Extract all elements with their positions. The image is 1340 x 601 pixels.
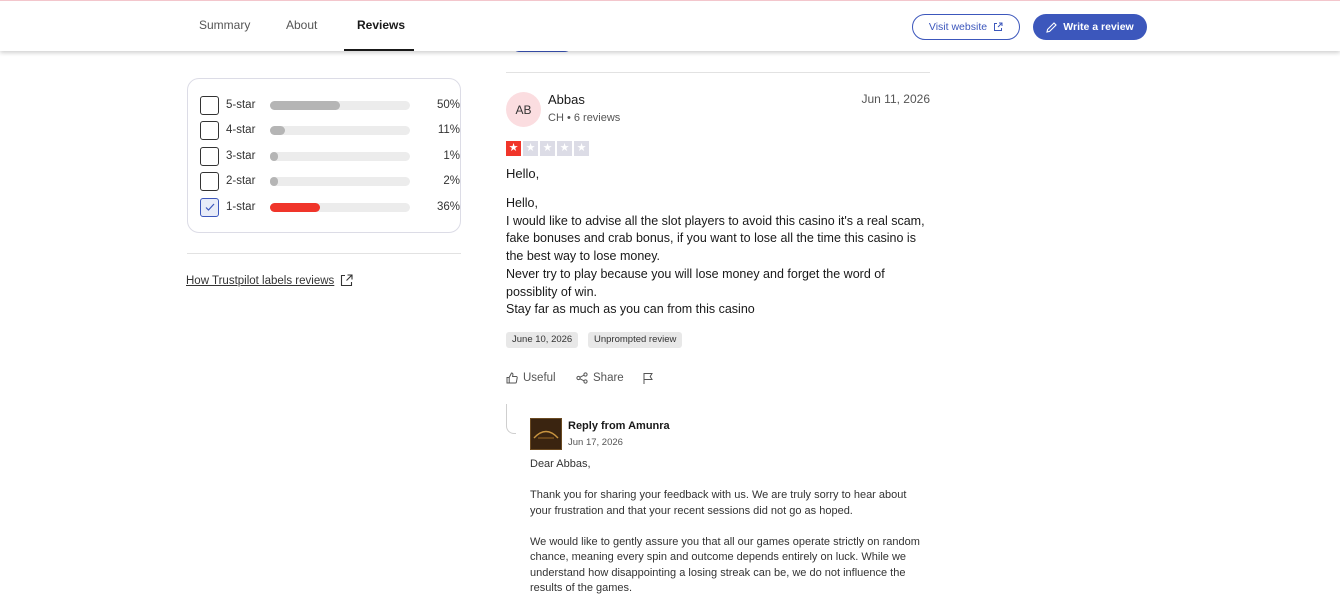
how-trustpilot-labels-link[interactable]: How Trustpilot labels reviews (186, 274, 353, 287)
filter-bar-fill (270, 152, 279, 161)
filter-bar-fill (270, 101, 340, 110)
filter-bar (270, 177, 410, 186)
filter-bar (270, 101, 410, 110)
tab-about[interactable]: About (286, 18, 317, 32)
reviewer-name[interactable]: Abbas (548, 92, 585, 107)
filter-checkbox-checked[interactable] (200, 197, 219, 217)
active-tab-indicator (344, 49, 414, 51)
share-icon (576, 372, 588, 384)
star-icon: ★ (574, 141, 589, 156)
reply-paragraph: Dear Abbas, (530, 458, 591, 470)
reply-body: Dear Abbas, Thank you for sharing your f… (530, 457, 930, 601)
review-paragraph: Never try to play because you will lose … (506, 266, 885, 299)
reply-from: Reply from Amunra (568, 420, 670, 432)
reply-date: Jun 17, 2026 (568, 437, 623, 448)
flag-icon (643, 373, 653, 384)
reply-paragraph: We would like to gently assure you that … (530, 535, 920, 595)
write-review-button[interactable]: Write a review (1033, 14, 1147, 40)
filter-bar (270, 203, 410, 212)
filter-label: 5-star (226, 99, 256, 111)
reviewer-meta: CH • 6 reviews (548, 112, 621, 124)
share-button[interactable]: Share (576, 372, 624, 384)
how-link-label: How Trustpilot labels reviews (186, 274, 335, 287)
filter-bar (270, 152, 410, 161)
visit-website-label: Visit website (928, 21, 988, 33)
filter-checkbox[interactable] (200, 120, 219, 140)
filter-bar-fill (270, 203, 321, 212)
useful-button[interactable]: Useful (506, 372, 556, 384)
star-rating: ★ ★ ★ ★ ★ (506, 141, 589, 156)
star-icon: ★ (523, 141, 538, 156)
rating-filter-card: 5-star 50% 4-star 11% 3-star 1% 2-star 2… (187, 78, 461, 233)
report-button[interactable] (642, 372, 654, 385)
filter-percent: 1% (443, 150, 460, 162)
filter-row-3-star[interactable]: 3-star 1% (200, 146, 460, 166)
visit-website-button[interactable]: Visit website (912, 14, 1020, 40)
filter-row-5-star[interactable]: 5-star 50% (200, 95, 460, 115)
filter-percent: 50% (436, 99, 460, 111)
review-title[interactable]: Hello, (506, 166, 539, 181)
company-logo[interactable] (530, 418, 562, 450)
review-paragraph: Stay far as much as you can from this ca… (506, 302, 755, 317)
top-nav: Summary About Reviews Visit website Writ… (0, 0, 1340, 51)
unprompted-review-badge[interactable]: Unprompted review (588, 332, 683, 348)
filter-label: 3-star (226, 150, 256, 162)
review-paragraph: I would like to advise all the slot play… (506, 213, 925, 264)
filter-bar-fill (270, 177, 279, 186)
filter-row-4-star[interactable]: 4-star 11% (200, 120, 460, 140)
filter-percent: 2% (443, 175, 460, 187)
filter-label: 1-star (226, 201, 256, 213)
pencil-icon (1046, 21, 1058, 33)
filter-row-2-star[interactable]: 2-star 2% (200, 171, 460, 191)
filter-bar-fill (270, 126, 286, 135)
tab-reviews[interactable]: Reviews (357, 18, 405, 32)
review-paragraph: Hello, (506, 196, 538, 210)
reviewer-avatar[interactable]: AB (506, 92, 541, 127)
filter-label: 2-star (226, 175, 256, 187)
company-logo-art (533, 430, 559, 439)
checkmark-icon (205, 203, 214, 211)
filter-percent: 11% (437, 124, 460, 136)
filter-row-1-star[interactable]: 1-star 36% (200, 197, 460, 217)
reply-paragraph: Thank you for sharing your feedback with… (530, 489, 907, 517)
reply-connector (506, 404, 516, 434)
filter-checkbox[interactable] (200, 95, 219, 115)
thumbs-up-icon (506, 372, 518, 384)
experience-date-badge: June 10, 2026 (506, 332, 579, 348)
star-icon: ★ (506, 141, 521, 156)
write-review-label: Write a review (1063, 21, 1134, 33)
tab-summary[interactable]: Summary (199, 18, 250, 32)
filter-checkbox[interactable] (200, 146, 219, 166)
review-body: Hello, I would like to advise all the sl… (506, 195, 930, 319)
useful-label: Useful (523, 372, 556, 384)
filter-label: 4-star (226, 124, 256, 136)
filter-percent: 36% (436, 201, 460, 213)
filter-checkbox[interactable] (200, 171, 219, 191)
share-label: Share (593, 372, 624, 384)
divider (506, 72, 930, 73)
review-date: Jun 11, 2026 (861, 92, 930, 106)
external-link-icon (994, 22, 1003, 31)
external-link-icon (341, 274, 353, 287)
divider (187, 253, 461, 254)
star-icon: ★ (557, 141, 572, 156)
star-icon: ★ (540, 141, 555, 156)
filter-bar (270, 126, 410, 135)
